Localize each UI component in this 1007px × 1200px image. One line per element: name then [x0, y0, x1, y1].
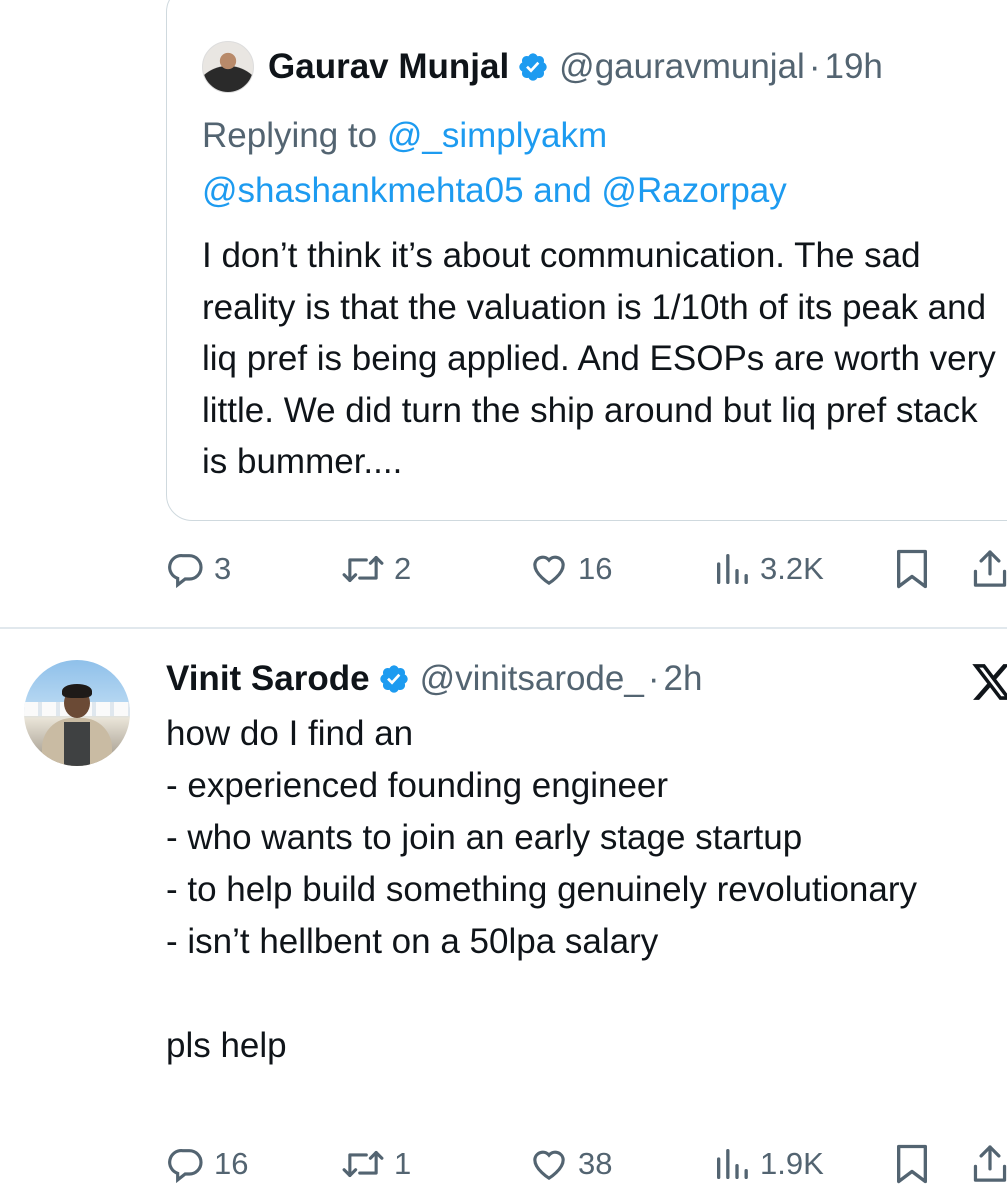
timestamp[interactable]: 19h — [824, 47, 882, 87]
x-logo-icon[interactable] — [970, 660, 1007, 704]
reply-icon — [168, 1149, 203, 1184]
share-button[interactable] — [970, 539, 1007, 599]
timestamp[interactable]: 2h — [664, 659, 703, 699]
repost-button[interactable]: 1 — [340, 1134, 411, 1194]
author-handle[interactable]: @gauravmunjal — [559, 47, 805, 87]
quoted-tweet-header: Gaurav Munjal @gauravmunjal · 19h — [202, 40, 883, 94]
separator-dot: · — [808, 47, 821, 86]
bookmark-button[interactable] — [892, 1134, 932, 1194]
verified-badge-icon — [379, 665, 408, 693]
author-handle[interactable]: @vinitsarode_ — [420, 659, 644, 699]
action-bar: 3 2 16 3.2K — [0, 539, 1007, 599]
repost-icon — [342, 555, 384, 583]
share-icon — [973, 550, 1007, 587]
share-icon — [973, 1145, 1007, 1182]
repost-count: 1 — [394, 1146, 412, 1181]
mention-link[interactable]: @shashankmehta05 — [202, 171, 524, 210]
author-name[interactable]: Vinit Sarode — [166, 659, 370, 699]
verified-badge-icon — [519, 53, 547, 81]
separator-dot: · — [647, 659, 660, 698]
like-icon — [533, 1150, 565, 1181]
like-button[interactable]: 16 — [528, 539, 612, 599]
tweet-divider — [0, 627, 1007, 629]
views-button[interactable]: 3.2K — [712, 539, 824, 599]
reply-and: and — [523, 171, 602, 210]
bookmark-icon — [897, 1144, 927, 1184]
reply-button[interactable]: 16 — [166, 1134, 248, 1194]
reply-button[interactable]: 3 — [166, 539, 231, 599]
mention-link[interactable]: @Razorpay — [601, 171, 786, 210]
reply-count: 16 — [214, 1146, 249, 1181]
bookmark-button[interactable] — [892, 539, 932, 599]
author-name[interactable]: Gaurav Munjal — [268, 47, 509, 87]
bookmark-icon — [897, 549, 927, 589]
reply-count: 3 — [214, 551, 232, 586]
replying-to: Replying to @_simplyakm @shashankmehta05… — [202, 108, 992, 218]
avatar[interactable] — [202, 41, 254, 93]
views-icon — [717, 1149, 748, 1179]
share-button[interactable] — [970, 1134, 1007, 1194]
like-icon — [533, 555, 565, 586]
views-count: 3.2K — [760, 551, 824, 586]
reply-icon — [168, 554, 203, 589]
main-tweet-header: Vinit Sarode @vinitsarode_ · 2h — [166, 652, 702, 706]
quoted-tweet-text: I don’t think it’s about communication. … — [202, 236, 996, 481]
repost-button[interactable]: 2 — [340, 539, 411, 599]
avatar[interactable] — [24, 660, 130, 766]
action-bar: 16 1 38 1.9K — [0, 1134, 1007, 1194]
repost-count: 2 — [394, 551, 412, 586]
views-button[interactable]: 1.9K — [712, 1134, 824, 1194]
views-icon — [717, 554, 748, 584]
like-count: 16 — [578, 551, 613, 586]
main-tweet-text: how do I find an - experienced founding … — [166, 714, 918, 1065]
replying-prefix: Replying to — [202, 116, 387, 155]
views-count: 1.9K — [760, 1146, 824, 1181]
mention-link[interactable]: @_simplyakm — [387, 116, 607, 155]
like-button[interactable]: 38 — [528, 1134, 612, 1194]
repost-icon — [342, 1150, 384, 1178]
like-count: 38 — [578, 1146, 613, 1181]
